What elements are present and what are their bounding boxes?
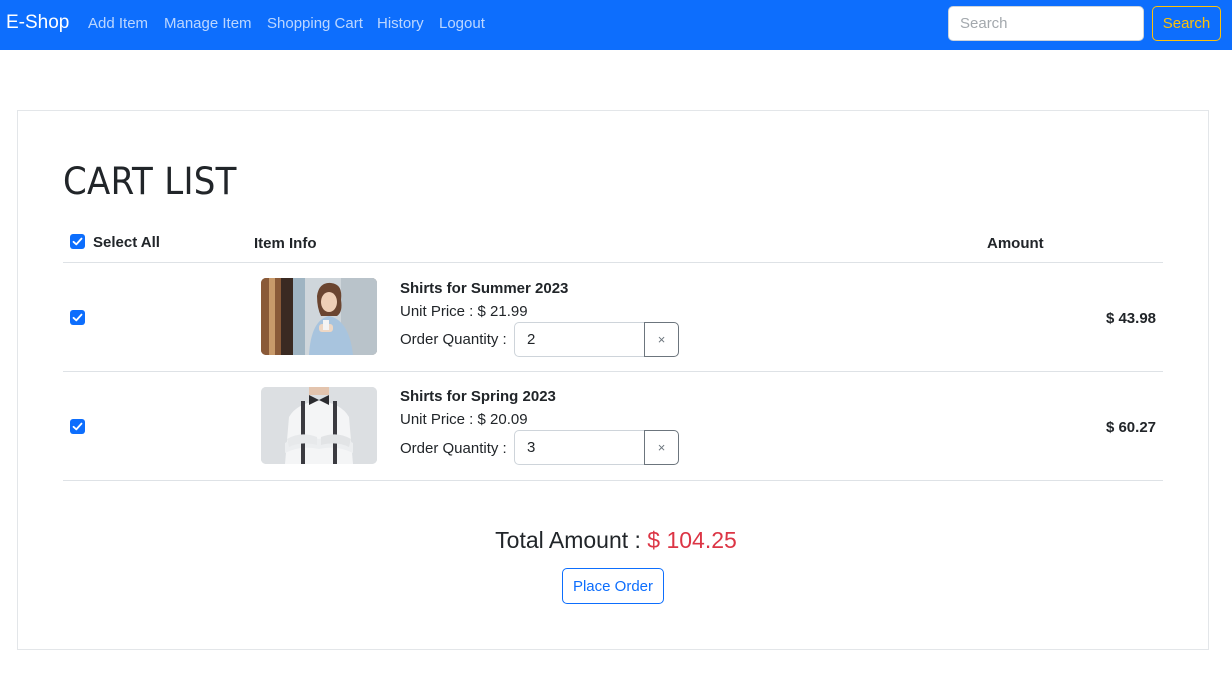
divider: [63, 371, 1163, 372]
clear-quantity-button[interactable]: ×: [644, 430, 679, 465]
item-name: Shirts for Summer 2023: [400, 280, 569, 297]
search-input[interactable]: [948, 6, 1144, 41]
item-amount: $ 60.27: [1105, 419, 1156, 436]
navbar: E-Shop Add Item Manage Item Shopping Car…: [0, 0, 1232, 50]
nav-logout[interactable]: Logout: [439, 15, 485, 32]
item-unit-price: Unit Price : $ 21.99: [400, 303, 528, 320]
product-image-woman[interactable]: [261, 278, 377, 355]
order-quantity-label: Order Quantity :: [400, 440, 507, 457]
amount-header: Amount: [987, 235, 1044, 252]
quantity-input[interactable]: [514, 322, 645, 357]
item-unit-price: Unit Price : $ 20.09: [400, 411, 528, 428]
man-in-shirt-photo: [261, 387, 377, 464]
total-amount: Total Amount : $ 104.25: [0, 527, 1232, 554]
product-image-man[interactable]: [261, 387, 377, 464]
search-button[interactable]: Search: [1152, 6, 1221, 41]
select-all-label: Select All: [93, 234, 160, 251]
check-icon: [72, 422, 83, 431]
divider: [63, 262, 1163, 263]
clear-quantity-button[interactable]: ×: [644, 322, 679, 357]
nav-add-item[interactable]: Add Item: [88, 15, 148, 32]
item-name: Shirts for Spring 2023: [400, 388, 556, 405]
item-amount: $ 43.98: [1105, 310, 1156, 327]
quantity-input[interactable]: [514, 430, 645, 465]
place-order-button[interactable]: Place Order: [562, 568, 664, 604]
page-title: CART LIST: [63, 160, 237, 203]
close-icon: ×: [657, 440, 666, 455]
nav-history[interactable]: History: [377, 15, 424, 32]
order-quantity-label: Order Quantity :: [400, 331, 507, 348]
brand-logo[interactable]: E-Shop: [6, 12, 69, 34]
total-amount-label: Total Amount :: [495, 527, 641, 553]
item-info-header: Item Info: [254, 235, 317, 252]
nav-shopping-cart[interactable]: Shopping Cart: [267, 15, 363, 32]
item-checkbox[interactable]: [70, 310, 85, 325]
divider: [63, 480, 1163, 481]
item-checkbox[interactable]: [70, 419, 85, 434]
check-icon: [72, 237, 83, 246]
nav-manage-item[interactable]: Manage Item: [164, 15, 252, 32]
woman-in-shirt-photo: [261, 278, 377, 355]
close-icon: ×: [657, 332, 666, 347]
select-all-checkbox[interactable]: [70, 234, 85, 249]
check-icon: [72, 313, 83, 322]
total-amount-value: $ 104.25: [647, 527, 737, 553]
